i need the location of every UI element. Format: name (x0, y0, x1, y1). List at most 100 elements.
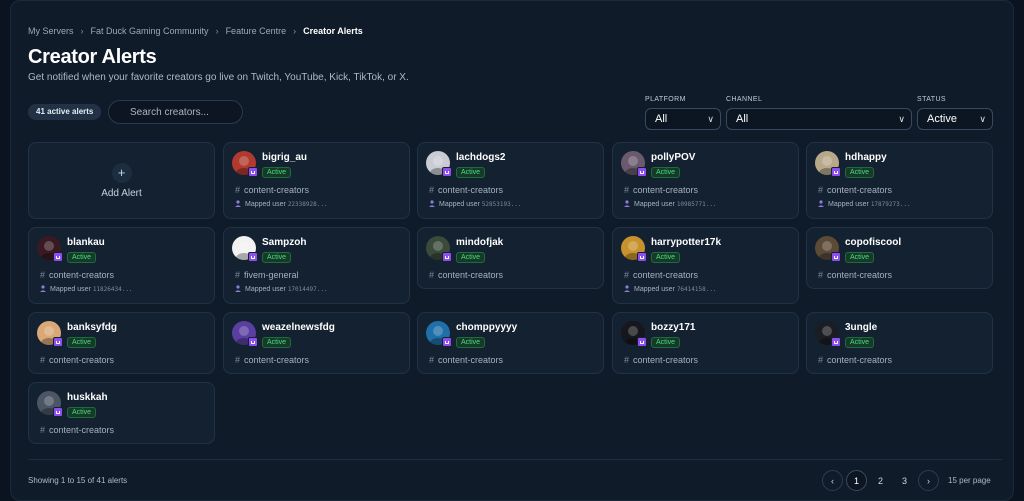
chevron-right-icon: › (927, 475, 930, 486)
alert-card[interactable]: mindofjak Active # content-creators (417, 227, 604, 289)
status-badge: Active (262, 167, 292, 178)
hash-icon: # (40, 355, 46, 365)
alert-card[interactable]: bigrig_au Active # content-creators Mapped u… (223, 142, 410, 219)
chevron-right-icon: › (80, 26, 84, 36)
status-badge: Active (67, 252, 97, 263)
mapped-user-label: Mapped user (245, 286, 286, 293)
channel-name: content-creators (633, 355, 699, 365)
twitch-icon (637, 167, 647, 177)
channel-name: content-creators (244, 355, 310, 365)
mapped-user: Mapped user 76414158... (624, 285, 717, 293)
add-alert-card[interactable]: + Add Alert (28, 142, 215, 219)
twitch-icon (831, 337, 841, 347)
mapped-user-label: Mapped user (50, 286, 91, 293)
creator-name: chomppyyyy (456, 322, 518, 333)
breadcrumb-feature-centre[interactable]: Feature Centre (226, 26, 287, 36)
mapped-user: Mapped user 11826434... (40, 285, 133, 293)
channel-filter-label: CHANNEL (726, 96, 763, 103)
mapped-user-label: Mapped user (439, 201, 480, 208)
page-button-2[interactable]: 2 (870, 470, 891, 491)
channel-label: # content-creators (40, 270, 114, 280)
twitch-icon (831, 167, 841, 177)
platform-select[interactable]: All ∨ (645, 108, 721, 130)
mapped-user: Mapped user 17879273... (818, 200, 911, 208)
channel-label: # content-creators (818, 270, 892, 280)
twitch-icon (637, 337, 647, 347)
alert-card[interactable]: copofiscool Active # content-creators (806, 227, 993, 289)
chevron-down-icon: ∨ (898, 114, 905, 124)
hash-icon: # (818, 185, 824, 195)
alert-card[interactable]: 3ungle Active # content-creators (806, 312, 993, 374)
page-button-3[interactable]: 3 (894, 470, 915, 491)
alert-card[interactable]: harrypotter17k Active # content-creators Map… (612, 227, 799, 304)
active-count-badge: 41 active alerts (28, 104, 102, 120)
twitch-icon (442, 337, 452, 347)
platform-filter-label: PLATFORM (645, 96, 686, 103)
status-select[interactable]: Active ∨ (917, 108, 993, 130)
user-icon (624, 200, 630, 207)
mapped-user: Mapped user 22338928... (235, 200, 328, 208)
creator-name: banksyfdg (67, 322, 118, 333)
alert-card[interactable]: pollyPOV Active # content-creators Mapped us… (612, 142, 799, 219)
alert-card[interactable]: banksyfdg Active # content-creators (28, 312, 215, 374)
alert-card[interactable]: bozzy171 Active # content-creators (612, 312, 799, 374)
hash-icon: # (818, 355, 824, 365)
channel-name: content-creators (827, 270, 893, 280)
status-badge: Active (845, 337, 875, 348)
mapped-user-label: Mapped user (828, 201, 869, 208)
alert-card[interactable]: chomppyyyy Active # content-creators (417, 312, 604, 374)
chevron-right-icon: › (293, 26, 297, 36)
channel-name: content-creators (438, 355, 504, 365)
creator-name: harrypotter17k (651, 237, 722, 248)
mapped-user-id: 17879273... (870, 201, 911, 208)
user-icon (235, 200, 241, 207)
channel-name: content-creators (438, 270, 504, 280)
mapped-user: Mapped user 17014497... (235, 285, 328, 293)
breadcrumb-server[interactable]: Fat Duck Gaming Community (91, 26, 209, 36)
creator-name: hdhappy (845, 152, 887, 163)
add-alert-label: Add Alert (101, 187, 142, 199)
creator-name: pollyPOV (651, 152, 696, 163)
next-page-button[interactable]: › (918, 470, 939, 491)
channel-select[interactable]: All ∨ (726, 108, 912, 130)
mapped-user-id: 22338928... (287, 201, 328, 208)
page-subtitle: Get notified when your favorite creators… (28, 72, 409, 83)
status-badge: Active (456, 252, 486, 263)
twitch-icon (53, 407, 63, 417)
status-badge: Active (67, 337, 97, 348)
twitch-icon (442, 167, 452, 177)
twitch-icon (248, 252, 258, 262)
pagination-summary: Showing 1 to 15 of 41 alerts (28, 476, 128, 485)
mapped-user-id: 52853193... (481, 201, 522, 208)
breadcrumb-current: Creator Alerts (303, 26, 363, 36)
breadcrumb: My Servers › Fat Duck Gaming Community ›… (28, 26, 363, 36)
status-badge: Active (456, 167, 486, 178)
per-page-label: 15 per page (948, 476, 991, 485)
channel-select-value: All (736, 113, 749, 125)
breadcrumb-my-servers[interactable]: My Servers (28, 26, 74, 36)
channel-name: content-creators (49, 355, 115, 365)
mapped-user-id: 17014497... (287, 286, 328, 293)
hash-icon: # (429, 185, 435, 195)
creator-name: bozzy171 (651, 322, 696, 333)
platform-select-value: All (655, 113, 668, 125)
hash-icon: # (429, 355, 435, 365)
user-icon (818, 200, 824, 207)
page-title: Creator Alerts (28, 46, 157, 68)
alert-card[interactable]: blankau Active # content-creators Mapped use… (28, 227, 215, 304)
channel-name: content-creators (438, 185, 504, 195)
hash-icon: # (40, 425, 46, 435)
user-icon (624, 285, 630, 292)
alert-card[interactable]: hdhappy Active # content-creators Mapped use… (806, 142, 993, 219)
alert-card[interactable]: huskkah Active # content-creators (28, 382, 215, 444)
prev-page-button[interactable]: ‹ (822, 470, 843, 491)
channel-name: content-creators (633, 270, 699, 280)
alert-card[interactable]: lachdogs2 Active # content-creators Mapped u… (417, 142, 604, 219)
search-input[interactable] (108, 100, 243, 124)
alert-card[interactable]: weazelnewsfdg Active # content-creators (223, 312, 410, 374)
status-filter-label: STATUS (917, 96, 946, 103)
mapped-user: Mapped user 52853193... (429, 200, 522, 208)
status-badge: Active (651, 252, 681, 263)
alert-card[interactable]: Sampzoh Active # fivem-general Mapped user 1… (223, 227, 410, 304)
page-button-1[interactable]: 1 (846, 470, 867, 491)
